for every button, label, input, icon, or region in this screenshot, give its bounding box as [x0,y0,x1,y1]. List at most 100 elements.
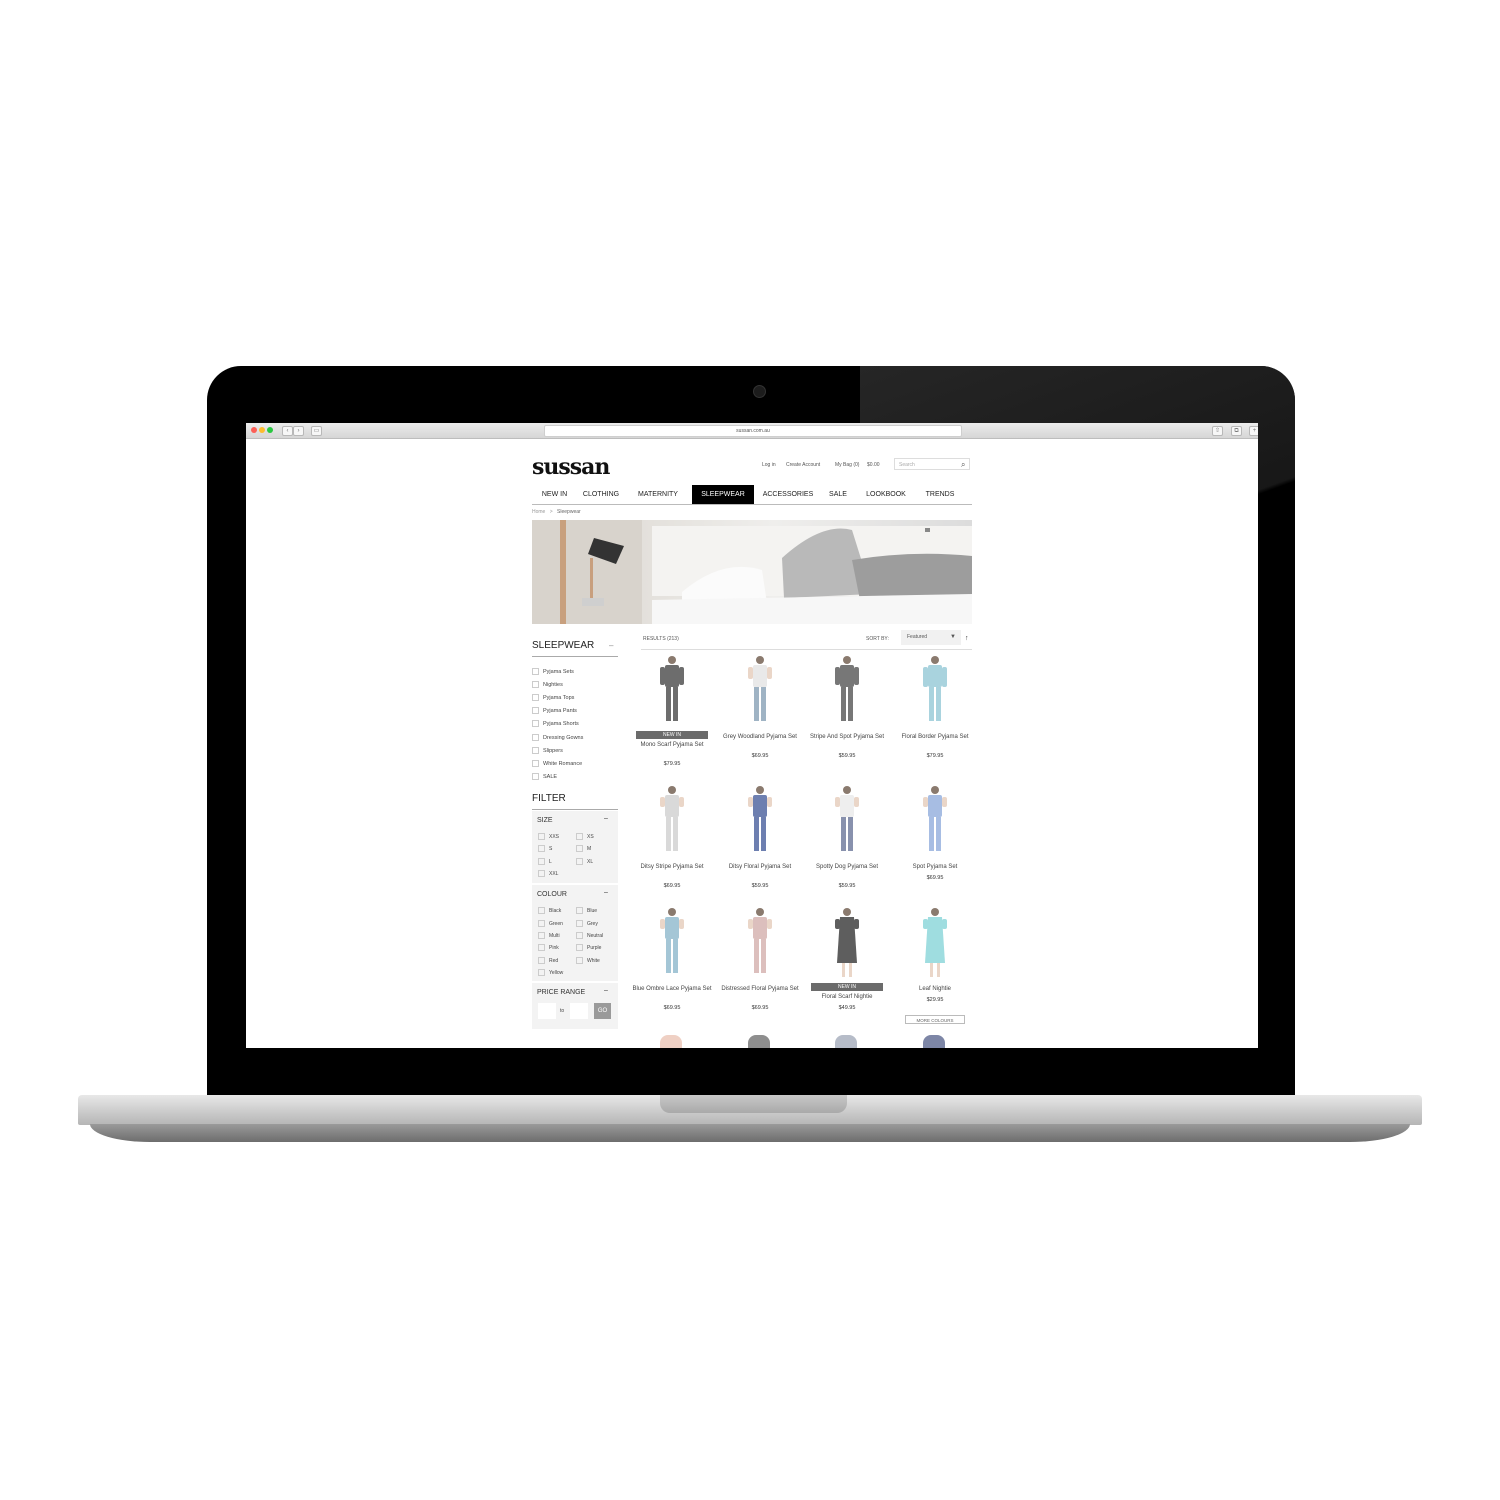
product-name[interactable]: Distressed Floral Pyjama Set [720,985,800,994]
product-image[interactable] [657,655,687,727]
product-name[interactable]: Floral Scarf Nightie [807,993,887,1002]
colour-option[interactable]: Green [538,920,563,927]
checkbox[interactable] [532,681,539,688]
size-option[interactable]: S [538,845,552,852]
product-image-partial[interactable] [660,1035,682,1048]
share-icon[interactable]: ⇧ [1212,426,1223,436]
breadcrumb-home[interactable]: Home [532,509,545,515]
product-card[interactable]: Leaf Nightie $29.95 MORE COLOURS [895,907,975,1027]
product-name[interactable]: Grey Woodland Pyjama Set [720,733,800,742]
size-option[interactable]: XS [576,833,594,840]
nav-lookbook[interactable]: LOOKBOOK [858,485,914,504]
product-image[interactable] [745,907,775,979]
checkbox[interactable] [532,668,539,675]
product-image[interactable] [920,907,950,979]
product-card[interactable]: Ditsy Floral Pyjama Set $59.95 [720,785,800,905]
product-image-partial[interactable] [835,1035,857,1048]
product-card[interactable]: Distressed Floral Pyjama Set $69.95 [720,907,800,1027]
nav-maternity[interactable]: MATERNITY [628,485,688,504]
colour-option[interactable]: Red [538,957,558,964]
product-image[interactable] [832,907,862,979]
checkbox[interactable] [532,707,539,714]
product-image[interactable] [745,785,775,857]
address-bar[interactable]: sussan.com.au [544,425,962,437]
size-option[interactable]: L [538,858,552,865]
nav-trends[interactable]: TRENDS [918,485,962,504]
product-name[interactable]: Ditsy Stripe Pyjama Set [632,863,712,872]
product-name[interactable]: Mono Scarf Pyjama Set [632,741,712,750]
checkbox[interactable] [532,773,539,780]
login-link[interactable]: Log in [762,462,776,468]
product-card[interactable]: NEW IN Mono Scarf Pyjama Set $79.95 [632,655,712,775]
search-input[interactable]: Search [894,458,970,470]
product-image[interactable] [920,655,950,727]
product-image-partial[interactable] [748,1035,770,1048]
tabs-icon[interactable]: ⧉ [1231,426,1242,436]
size-option[interactable]: M [576,845,591,852]
create-account-link[interactable]: Create Account [786,462,820,468]
product-name[interactable]: Blue Ombre Lace Pyjama Set [632,985,712,994]
forward-icon[interactable]: › [293,426,304,436]
nav-sale[interactable]: SALE [822,485,854,504]
size-option[interactable]: XXS [538,833,559,840]
checkbox[interactable] [532,694,539,701]
sort-select[interactable]: Featured ▼ [901,630,961,645]
category-pyjama-pants[interactable]: Pyjama Pants [532,707,577,714]
nav-accessories[interactable]: ACCESSORIES [758,485,818,504]
product-card[interactable]: Spot Pyjama Set $69.95 [895,785,975,905]
sidebar-icon[interactable]: ▭ [311,426,322,436]
price-min-input[interactable] [538,1003,556,1019]
product-image[interactable] [657,907,687,979]
size-option[interactable]: XXL [538,870,558,877]
product-name[interactable]: Leaf Nightie [895,985,975,994]
category-pyjama-sets[interactable]: Pyjama Sets [532,668,574,675]
nav-sleepwear[interactable]: SLEEPWEAR [692,485,754,504]
colour-option[interactable]: Blue [576,907,597,914]
category-nighties[interactable]: Nighties [532,681,563,688]
product-card[interactable]: Stripe And Spot Pyjama Set $59.95 [807,655,887,775]
product-name[interactable]: Floral Border Pyjama Set [895,733,975,742]
price-max-input[interactable] [570,1003,588,1019]
my-bag-link[interactable]: My Bag (0) [835,462,859,468]
size-option[interactable]: XL [576,858,593,865]
product-image[interactable] [832,785,862,857]
nav-clothing[interactable]: CLOTHING [579,485,623,504]
checkbox[interactable] [532,747,539,754]
nav-new-in[interactable]: NEW IN [532,485,577,504]
price-collapse-icon[interactable]: – [604,987,608,994]
colour-option[interactable]: Purple [576,944,601,951]
category-dressing-gowns[interactable]: Dressing Gowns [532,734,583,741]
back-icon[interactable]: ‹ [282,426,293,436]
new-tab-icon[interactable]: + [1249,426,1258,436]
product-card[interactable]: Grey Woodland Pyjama Set $69.95 [720,655,800,775]
colour-collapse-icon[interactable]: – [604,889,608,896]
product-name[interactable]: Spotty Dog Pyjama Set [807,863,887,872]
colour-option[interactable]: Multi [538,932,560,939]
product-image[interactable] [920,785,950,857]
collapse-icon[interactable]: – [609,641,613,650]
product-card[interactable]: Floral Border Pyjama Set $79.95 [895,655,975,775]
product-card[interactable]: Blue Ombre Lace Pyjama Set $69.95 [632,907,712,1027]
sort-direction-icon[interactable]: ↑ [965,635,969,642]
colour-option[interactable]: Neutral [576,932,603,939]
product-card[interactable]: Ditsy Stripe Pyjama Set $69.95 [632,785,712,905]
colour-option[interactable]: Yellow [538,969,563,976]
close-window-button[interactable] [251,427,257,433]
category-pyjama-tops[interactable]: Pyjama Tops [532,694,574,701]
price-go-button[interactable]: GO [594,1003,611,1019]
checkbox[interactable] [532,760,539,767]
colour-option[interactable]: Black [538,907,561,914]
product-name[interactable]: Stripe And Spot Pyjama Set [807,733,887,742]
zoom-window-button[interactable] [267,427,273,433]
colour-option[interactable]: Pink [538,944,559,951]
site-logo[interactable]: sussan [532,454,610,480]
checkbox[interactable] [532,720,539,727]
size-collapse-icon[interactable]: – [604,815,608,822]
category-pyjama-shorts[interactable]: Pyjama Shorts [532,720,579,727]
more-colours-button[interactable]: MORE COLOURS [905,1015,965,1024]
product-card[interactable]: NEW IN Floral Scarf Nightie $49.95 [807,907,887,1027]
checkbox[interactable] [532,734,539,741]
product-name[interactable]: Spot Pyjama Set [895,863,975,872]
product-image[interactable] [745,655,775,727]
category-slippers[interactable]: Slippers [532,747,563,754]
